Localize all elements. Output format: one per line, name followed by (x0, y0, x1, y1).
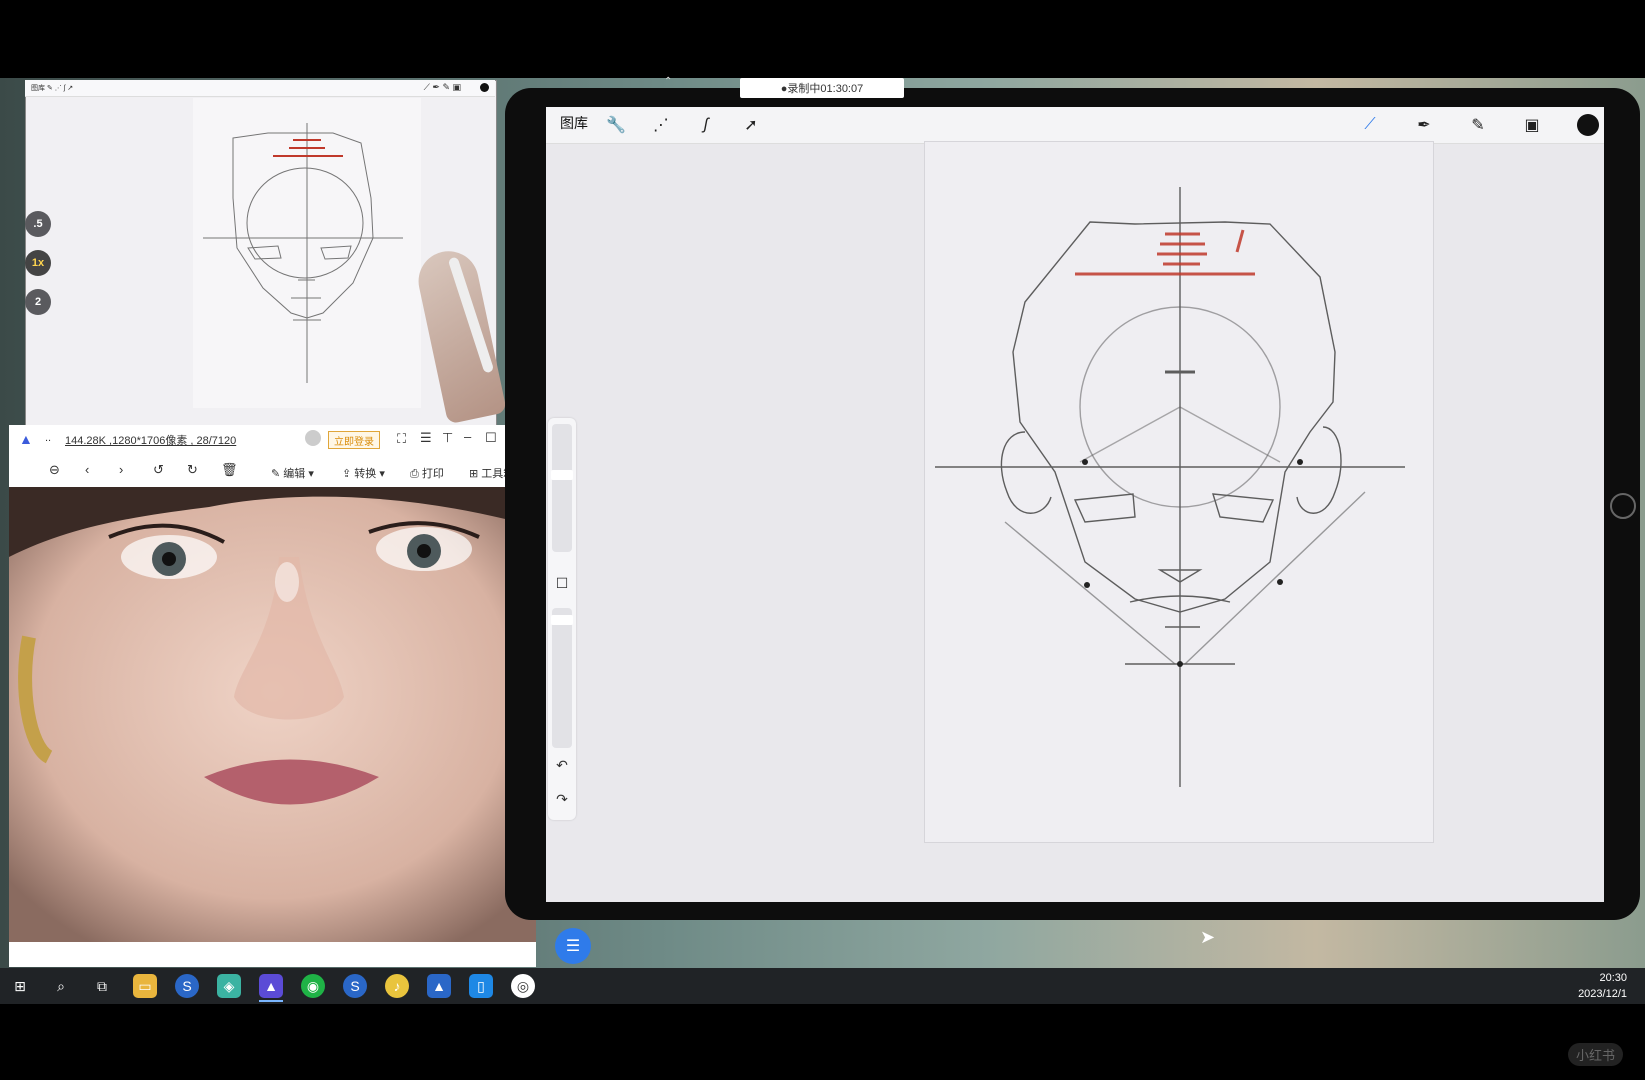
clock-date: 2023/12/1 (1578, 988, 1627, 1000)
recording-label: ●录制中01:30:07 (780, 83, 864, 95)
viewer-toolbar: ⊖ ‹ › ↺ ↻ 🗑 ✎ 编辑 ▾ ⇪ 转换 ▾ ⎙ 打印 ⊞ 工具箱 (9, 456, 536, 488)
brush-size-handle[interactable] (551, 470, 573, 480)
print-label: 打印 (421, 468, 444, 480)
zoom-half-button[interactable]: .5 (25, 211, 51, 237)
rotate-right-icon[interactable]: ↻ (187, 462, 198, 478)
undo-icon[interactable]: ↶ (551, 754, 573, 776)
wechat-icon[interactable]: ◉ (301, 974, 325, 998)
edit-button[interactable]: ✎ 编辑 ▾ (271, 465, 314, 481)
modify-button-icon[interactable]: ☐ (551, 572, 573, 594)
browser-icon[interactable]: S (175, 974, 199, 998)
rotate-left-icon[interactable]: ↺ (153, 462, 164, 478)
next-icon[interactable]: › (119, 462, 123, 477)
pin-icon[interactable]: ⊤ (442, 430, 453, 446)
mini-canvas (193, 98, 421, 408)
procreate-canvas[interactable] (924, 141, 1434, 843)
edit-label: 编辑 (283, 468, 306, 480)
print-button[interactable]: ⎙ 打印 (410, 465, 444, 481)
login-button[interactable]: 立即登录 (328, 431, 380, 449)
layers-icon[interactable]: ▣ (1520, 113, 1544, 137)
windows-taskbar (0, 968, 1645, 1004)
mini-face-sketch (203, 123, 403, 383)
system-clock[interactable]: 20:30 2023/12/1 (1578, 970, 1627, 1002)
browser-2-icon[interactable]: S (343, 974, 367, 998)
ipad-side-button (1610, 493, 1636, 519)
transform-arrow-icon[interactable]: ➚ (739, 113, 763, 137)
app-circle-icon[interactable]: ◎ (511, 974, 535, 998)
start-icon[interactable]: ⊞ (8, 974, 32, 998)
eraser-icon[interactable]: ✎ (1466, 113, 1490, 137)
chat-bubble-icon[interactable]: ☰ (555, 928, 591, 964)
wrench-icon[interactable]: 🔧 (604, 113, 628, 137)
viewer-file-info: 144.28K ,1280*1706像素 , 28/7120 (65, 435, 237, 447)
image-viewer-app-icon[interactable]: ▲ (259, 974, 283, 998)
selection-icon[interactable]: ʃ (694, 113, 718, 137)
face-photo-illustration (9, 487, 536, 942)
zoom-2x-button[interactable]: 2 (25, 289, 51, 315)
app-icon[interactable]: ◈ (217, 974, 241, 998)
minimize-icon[interactable]: – (464, 429, 471, 444)
face-sketch (935, 187, 1405, 787)
opacity-slider[interactable] (552, 608, 572, 748)
watermark-logo: 小红书 (1567, 1043, 1623, 1066)
viewer-title-bar: ▲ .. 144.28K ,1280*1706像素 , 28/7120 立即登录… (9, 425, 536, 453)
recording-badge: ●录制中01:30:07 (740, 78, 904, 98)
gallery-button[interactable]: 图库 (560, 113, 588, 133)
delete-icon[interactable]: 🗑 (221, 462, 238, 478)
menu-icon[interactable]: ☰ (420, 430, 432, 446)
task-view-icon[interactable]: ⧉ (90, 974, 114, 998)
brush-icon[interactable]: ⟋ (1358, 113, 1382, 137)
maximize-icon[interactable]: ☐ (485, 430, 497, 446)
search-icon[interactable]: ⌕ (49, 974, 73, 998)
file-explorer-icon[interactable]: ▭ (133, 974, 157, 998)
mini-toolbar: 图库 ✎ ⋰ ʃ ↗ ⟋ ✒ ✎ ▣ (25, 80, 495, 97)
chevron-up-icon[interactable]: ⌃ (664, 76, 672, 87)
smudge-icon[interactable]: ✒ (1412, 113, 1436, 137)
mouse-cursor-icon: ➤ (1200, 927, 1216, 947)
viewer-logo-icon: ▲ (19, 431, 33, 447)
music-icon[interactable]: ♪ (385, 974, 409, 998)
viewer-bottom-bar (9, 942, 536, 967)
zoom-out-icon[interactable]: ⊖ (49, 462, 60, 478)
fullscreen-icon[interactable]: ⛶ (397, 431, 406, 447)
clock-time: 20:30 (1599, 972, 1627, 984)
reference-photo (9, 487, 536, 942)
tablet-icon[interactable]: ▯ (469, 974, 493, 998)
prev-icon[interactable]: ‹ (85, 462, 89, 477)
avatar-icon[interactable] (305, 430, 321, 446)
photos-icon[interactable]: ▲ (427, 974, 451, 998)
brush-size-slider[interactable] (552, 424, 572, 552)
zoom-1x-button[interactable]: 1x (25, 250, 51, 276)
convert-label: 转换 (354, 468, 377, 480)
active-app-indicator (259, 1000, 283, 1002)
convert-button[interactable]: ⇪ 转换 ▾ (342, 465, 385, 481)
opacity-handle[interactable] (551, 615, 573, 625)
viewer-menu-dots[interactable]: .. (45, 432, 51, 444)
color-icon[interactable] (1577, 114, 1599, 136)
magic-wand-icon[interactable]: ⋰ (649, 113, 673, 137)
redo-icon[interactable]: ↷ (551, 788, 573, 810)
